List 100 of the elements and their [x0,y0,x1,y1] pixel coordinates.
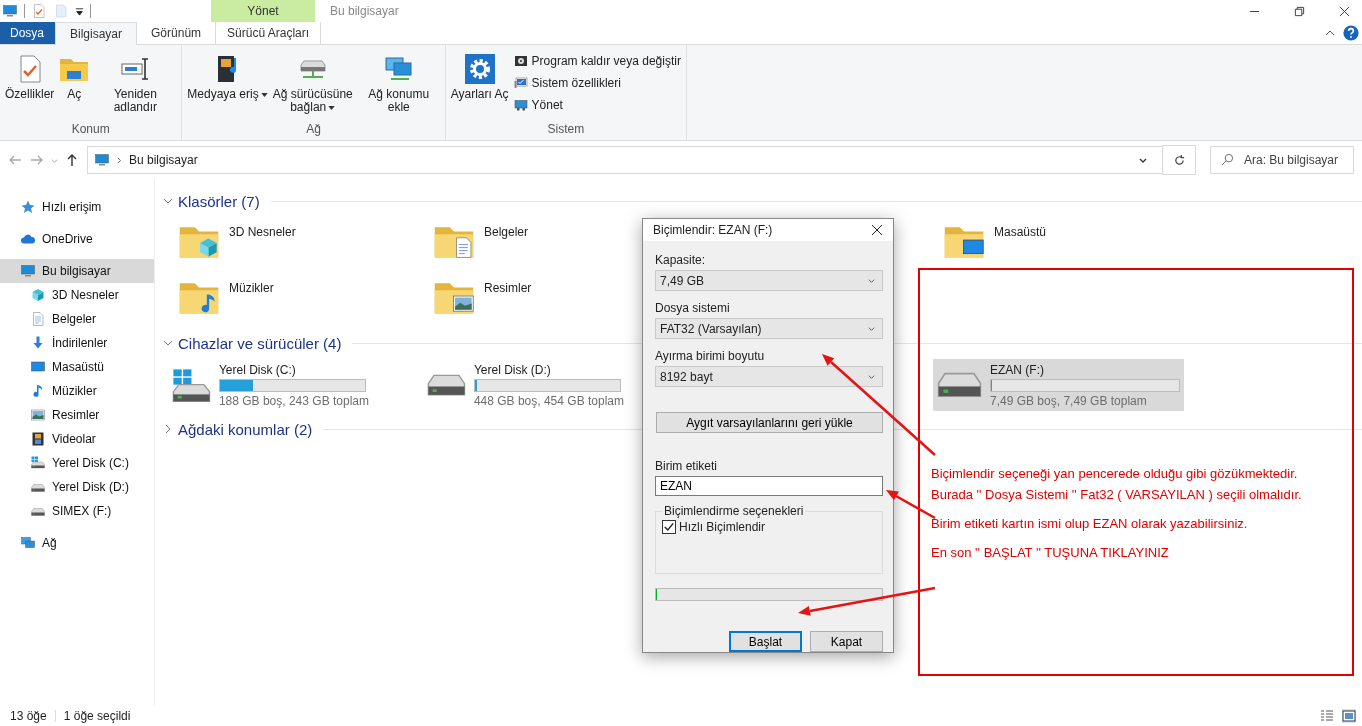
drive-tile[interactable]: Yerel Disk (C:) 188 GB boş, 243 GB toplam [168,359,373,411]
sidebar-item[interactable]: Belgeler [0,307,154,331]
field-label: Ayırma birimi boyutu [655,349,766,363]
sidebar-item[interactable]: SIMEX (F:) [0,499,154,523]
restore-defaults-button[interactable]: Aygıt varsayılanlarını geri yükle [656,412,883,433]
field-label: Kapasite: [655,253,707,267]
sidebar-item[interactable]: OneDrive [0,227,154,251]
computer-icon [94,152,110,168]
ribbon-tab[interactable]: Görünüm [137,22,216,44]
sidebar-item[interactable]: Ağ [0,531,154,555]
section-title[interactable]: Ağdaki konumlar (2) [178,420,313,438]
annotation-text: Burada '' Dosya Sistemi '' Fat32 ( VARSAYILAN ) seçili olmalıdır. [931,487,1302,502]
folder-item[interactable]: Masaüstü [942,213,1197,269]
chevron-right-icon [116,156,123,164]
dropdown-field[interactable]: FAT32 (Varsayılan) [655,318,883,339]
sidebar-item[interactable]: Yerel Disk (C:) [0,451,154,475]
annotation-text: Biçimlendir seçeneği yan pencerede olduğu gibi gözükmektedir. [931,466,1298,481]
volume-label-field[interactable]: EZAN [655,476,883,496]
window-title: Bu bilgisayar [329,4,399,18]
checkbox[interactable] [662,520,676,534]
ribbon-button[interactable]: Medyaya eriş [185,51,270,122]
picture-icon [30,407,46,423]
section-title[interactable]: Cihazlar ve sürücüler (4) [178,334,342,352]
drive-tile[interactable]: EZAN (F:) 7,49 GB boş, 7,49 GB toplam [933,359,1184,411]
ribbon-button[interactable]: Aç [56,51,93,122]
drive-icon [172,367,211,403]
drive-name: Yerel Disk (D:) [473,362,552,377]
drive-name: Yerel Disk (C:) [218,362,297,377]
sidebar-item[interactable]: Masaüstü [0,355,154,379]
item-count: 13 öğe [10,709,47,723]
address-path: Bu bilgisayar [129,153,198,167]
field-label: Dosya sistemi [655,301,731,315]
ribbon-button[interactable]: Ayarları Aç [448,51,511,122]
selection-count: 1 öğe seçildi [63,709,131,723]
field-label: Birim etiketi [655,459,718,473]
chevron-down-icon [867,324,876,333]
sidebar-item[interactable]: 3D Nesneler [0,283,154,307]
monitor-check-icon [512,75,529,91]
dialog-title: Biçimlendir: EZAN (F:) [653,223,773,237]
sidebar-item[interactable]: Videolar [0,427,154,451]
large-icons-view-icon[interactable] [1342,709,1356,723]
ribbon-tab[interactable]: Dosya [0,22,55,44]
disc-box-icon [512,53,529,69]
folder-item[interactable]: Müzikler [177,269,432,325]
computer-icon [512,97,529,113]
chevron-down-icon [867,276,876,285]
back-arrow-icon[interactable] [8,153,22,167]
close-icon[interactable] [871,224,883,236]
collapse-ribbon-icon[interactable] [1325,28,1335,38]
restore-icon[interactable] [1294,5,1305,17]
dialog-button[interactable]: Kapat [810,631,883,652]
refresh-icon [1172,153,1186,167]
expand-chevron-icon[interactable] [163,196,173,206]
sidebar-item[interactable]: Hızlı erişim [0,195,154,219]
customize-caret-icon[interactable] [75,6,84,16]
star-icon [20,199,36,215]
ribbon-button[interactable]: Program kaldır veya değiştir [510,51,683,71]
ribbon-button[interactable]: Yönet [510,95,683,115]
group-title: Biçimlendirme seçenekleri [663,504,805,518]
forward-arrow-icon[interactable] [30,153,44,167]
section-title[interactable]: Klasörler (7) [178,192,260,210]
sidebar-item[interactable]: Müzikler [0,379,154,403]
sidebar-item[interactable]: Yerel Disk (D:) [0,475,154,499]
details-view-icon[interactable] [1320,709,1334,723]
computer-icon[interactable] [2,3,18,19]
address-bar[interactable]: Bu bilgisayar [87,146,1163,174]
drive-space: 7,49 GB boş, 7,49 GB toplam [990,393,1148,408]
drive-icon [427,373,466,397]
network-icon [20,535,36,551]
refresh-button[interactable] [1162,145,1196,175]
sidebar-item[interactable]: Bu bilgisayar [0,259,154,283]
document-check-icon[interactable] [31,3,47,19]
drive-tile[interactable]: Yerel Disk (D:) 448 GB boş, 454 GB toplam [423,359,628,411]
search-field[interactable]: Ara: Bu bilgisayar [1210,146,1354,174]
dropdown-field[interactable]: 8192 bayt [655,366,883,387]
dialog-button[interactable]: Başlat [729,631,802,652]
ribbon-tab[interactable]: Sürücü Araçları [215,22,322,44]
ribbon-button[interactable]: Ağ konumu ekle [355,51,442,122]
film-icon [30,431,46,447]
sidebar-item[interactable]: Resimler [0,403,154,427]
close-icon[interactable] [1339,5,1350,17]
ribbon-button[interactable]: Özellikler [3,51,57,122]
context-header: Yönet [211,0,315,22]
folder-item[interactable]: 3D Nesneler [177,213,432,269]
dropdown-field[interactable]: 7,49 GB [655,270,883,291]
document-icon [30,311,46,327]
ribbon-tab[interactable]: Bilgisayar [55,22,138,45]
drive-icon [937,372,982,398]
annotation-text: En son '' BAŞLAT '' TUŞUNA TIKLAYINIZ [931,545,1169,560]
expand-chevron-icon[interactable] [163,338,173,348]
cube-icon [30,287,46,303]
ribbon-button[interactable]: Sistem özellikleri [510,73,683,93]
ribbon-button[interactable]: Yeniden adlandır [92,51,179,122]
checkbox-option[interactable]: Hızlı Biçimlendir [662,520,876,534]
sidebar-item[interactable]: İndirilenler [0,331,154,355]
up-arrow-icon[interactable] [65,153,79,167]
group-label: Konum [70,122,111,138]
expand-chevron-icon[interactable] [163,424,173,434]
help-icon[interactable] [1343,25,1359,41]
ribbon-button[interactable]: Ağ sürücüsüne bağlan [269,51,356,122]
